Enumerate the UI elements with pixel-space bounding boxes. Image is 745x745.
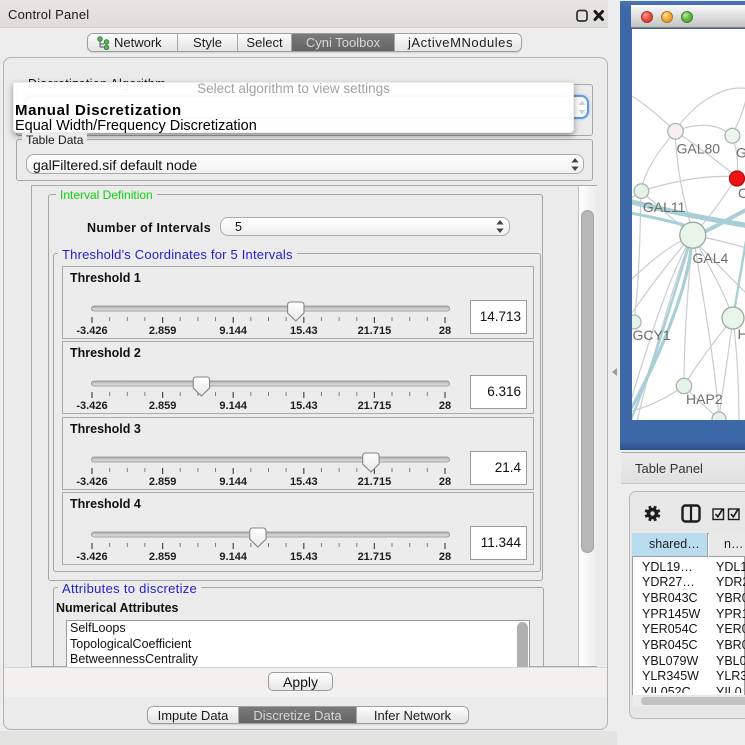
svg-text:-3.426: -3.426 [76, 325, 107, 337]
svg-text:28: 28 [439, 325, 451, 337]
svg-text:21.715: 21.715 [358, 325, 392, 337]
svg-text:C: C [738, 185, 745, 201]
svg-text:GCY1: GCY1 [633, 327, 671, 343]
svg-text:GAL11: GAL11 [643, 199, 686, 215]
svg-text:H: H [738, 326, 745, 342]
svg-text:2.859: 2.859 [149, 476, 177, 488]
svg-text:21.715: 21.715 [358, 400, 392, 412]
svg-text:15.43: 15.43 [290, 476, 318, 488]
svg-text:-3.426: -3.426 [76, 476, 107, 488]
svg-text:28: 28 [439, 476, 451, 488]
svg-text:-3.426: -3.426 [76, 400, 107, 412]
svg-text:15.43: 15.43 [290, 400, 318, 412]
svg-text:9.144: 9.144 [219, 551, 247, 563]
svg-text:2.859: 2.859 [149, 551, 177, 563]
svg-text:28: 28 [439, 551, 451, 563]
svg-text:28: 28 [439, 400, 451, 412]
svg-text:-3.426: -3.426 [76, 551, 107, 563]
svg-text:GA: GA [736, 145, 745, 161]
svg-text:GAL80: GAL80 [677, 141, 721, 157]
svg-text:9.144: 9.144 [219, 325, 247, 337]
svg-text:21.715: 21.715 [358, 476, 392, 488]
svg-text:2.859: 2.859 [149, 400, 177, 412]
svg-text:15.43: 15.43 [290, 325, 318, 337]
svg-text:15.43: 15.43 [290, 551, 318, 563]
svg-text:9.144: 9.144 [219, 476, 247, 488]
svg-text:9.144: 9.144 [219, 400, 247, 412]
svg-text:HAP2: HAP2 [686, 391, 723, 407]
svg-text:2.859: 2.859 [149, 325, 177, 337]
svg-text:21.715: 21.715 [358, 551, 392, 563]
svg-text:GAL4: GAL4 [693, 250, 729, 266]
